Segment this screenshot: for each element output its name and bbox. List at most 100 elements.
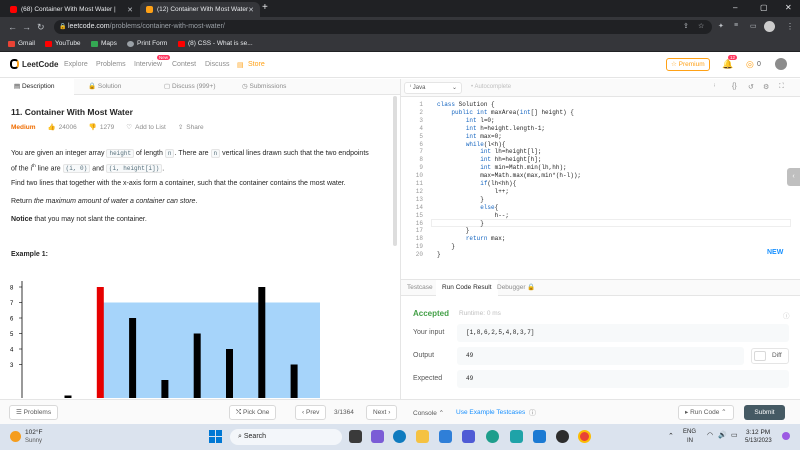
close-icon[interactable]: ✕: [248, 6, 254, 14]
forward-icon[interactable]: →: [22, 22, 31, 32]
bookmark-youtube[interactable]: YouTube: [45, 40, 81, 47]
reload-icon[interactable]: ↻: [37, 22, 45, 33]
settings-icon[interactable]: ⚙: [763, 83, 769, 91]
store-icon[interactable]: [439, 430, 452, 443]
volume-icon[interactable]: 🔊: [718, 431, 727, 439]
url-path: /problems/container-with-most-water/: [109, 23, 225, 30]
new-button[interactable]: NEW: [767, 249, 783, 256]
close-icon[interactable]: ✕: [127, 6, 133, 14]
feedback-tab[interactable]: ‹: [787, 168, 800, 186]
app-icon[interactable]: [462, 430, 475, 443]
pick-one-button[interactable]: ⤭ Pick One: [229, 405, 277, 420]
maximize-icon[interactable]: ▢: [760, 3, 768, 12]
nav-explore[interactable]: Explore: [64, 61, 88, 68]
console-toggle[interactable]: Console ⌃: [413, 409, 444, 417]
star-icon[interactable]: ☆: [698, 22, 704, 30]
chrome-icon[interactable]: [578, 430, 591, 443]
code-line: int max=0;: [465, 132, 502, 140]
windows-start-icon[interactable]: [209, 430, 222, 443]
add-to-list-button[interactable]: Add to List: [135, 124, 166, 131]
app-icon[interactable]: [486, 430, 499, 443]
url-bar[interactable]: 🔒 leetcode.com/problems/container-with-m…: [54, 20, 712, 34]
info-icon[interactable]: ⁱ: [714, 83, 715, 91]
code-editor[interactable]: 1 class Solution {2 public int maxArea(in…: [401, 97, 800, 278]
taskbar-search[interactable]: ⌕ Search: [230, 429, 342, 445]
back-icon[interactable]: ←: [8, 22, 17, 32]
url-host: leetcode.com: [68, 23, 110, 30]
result-tabs: Testcase Run Code Result Debugger 🔒: [401, 279, 800, 296]
help-icon[interactable]: ⓘ: [783, 310, 790, 320]
user-avatar[interactable]: [775, 58, 787, 70]
task-view-icon[interactable]: [349, 430, 362, 443]
diff-toggle[interactable]: Diff: [751, 348, 789, 364]
prev-button[interactable]: ‹ Prev: [295, 405, 327, 420]
nav-interview[interactable]: Interview: [134, 61, 162, 68]
toggle-switch[interactable]: [754, 351, 766, 361]
page-indicator: 3/1364: [334, 409, 354, 416]
help-icon[interactable]: ⓘ: [529, 408, 536, 418]
media-icon[interactable]: ≡: [734, 22, 738, 29]
use-example-link[interactable]: Use Example Testcases: [456, 409, 525, 416]
thumbs-up-icon[interactable]: 👍: [48, 123, 56, 131]
bookmark-gmail[interactable]: Gmail: [8, 40, 35, 47]
lang-indicator-1[interactable]: ENG: [683, 429, 696, 435]
browser-tab-youtube[interactable]: (68) Container With Most Water | ✕: [4, 2, 139, 17]
tab-solution[interactable]: 🔒 Solution: [74, 79, 146, 95]
vscode-icon[interactable]: [533, 430, 546, 443]
height-bar: [258, 287, 266, 398]
language-select[interactable]: ⁱ Java ⌄: [404, 82, 462, 94]
problems-button[interactable]: ☰ Problems: [9, 405, 59, 420]
file-explorer-icon[interactable]: [416, 430, 429, 443]
tab-testcase[interactable]: Testcase: [401, 280, 439, 296]
description-notice: Notice that you may not slant the contai…: [11, 216, 147, 223]
leetcode-logo[interactable]: LeetCode: [10, 59, 58, 69]
minimize-icon[interactable]: –: [733, 3, 737, 12]
nav-store[interactable]: Store: [248, 61, 265, 68]
thumbs-down-icon[interactable]: 👎: [89, 123, 97, 131]
bookmark-maps[interactable]: Maps: [91, 40, 117, 47]
bookmark-print-form[interactable]: Print Form: [127, 40, 167, 47]
weather-temp[interactable]: 102°F: [25, 429, 42, 436]
autocomplete-toggle[interactable]: • Autocomplete: [471, 84, 511, 90]
bell-icon[interactable]: 🔔: [722, 59, 733, 70]
menu-icon[interactable]: ⋮: [786, 22, 794, 31]
run-code-button[interactable]: ▸ Run Code ⌃: [678, 405, 734, 420]
submit-button[interactable]: Submit: [744, 405, 785, 420]
profile-avatar[interactable]: [764, 21, 775, 32]
app-icon[interactable]: [510, 430, 523, 443]
notification-badge[interactable]: [782, 432, 790, 440]
share-icon[interactable]: ⇪: [683, 22, 689, 30]
premium-button[interactable]: ☆ Premium: [666, 58, 710, 71]
dislikes-count: 1279: [99, 123, 115, 131]
clock-time[interactable]: 3:12 PM: [746, 429, 770, 436]
code-braces-icon[interactable]: {}: [732, 83, 737, 90]
nav-discuss[interactable]: Discuss: [205, 61, 230, 68]
tab-discuss[interactable]: ▢ Discuss (999+): [150, 79, 230, 95]
chevron-up-icon: ⌃: [721, 409, 727, 416]
reset-icon[interactable]: ↺: [748, 83, 754, 91]
tab-description[interactable]: ▤ Description: [0, 79, 74, 95]
chevron-right-icon: ›: [388, 409, 391, 416]
chevron-up-icon[interactable]: ⌃: [668, 432, 674, 440]
bookmark-css[interactable]: (8) CSS - What is se...: [178, 40, 253, 47]
sidepanel-icon[interactable]: ▭: [750, 22, 757, 30]
tab-submissions[interactable]: ◷ Submissions: [228, 79, 308, 95]
share-button[interactable]: Share: [186, 124, 203, 131]
address-toolbar: ← → ↻ 🔒 leetcode.com/problems/container-…: [0, 17, 800, 37]
window-close-icon[interactable]: ✕: [785, 3, 792, 12]
scrollbar[interactable]: [393, 96, 397, 246]
battery-icon[interactable]: ▭: [731, 431, 738, 439]
fullscreen-icon[interactable]: ⛶: [779, 83, 784, 91]
extensions-icon[interactable]: ✦: [718, 22, 724, 30]
app-icon[interactable]: [556, 430, 569, 443]
teams-icon[interactable]: [371, 430, 384, 443]
wifi-icon[interactable]: ◠: [707, 431, 713, 439]
nav-contest[interactable]: Contest: [172, 61, 196, 68]
edge-icon[interactable]: [393, 430, 406, 443]
tab-run-code-result[interactable]: Run Code Result: [436, 280, 498, 296]
nav-problems[interactable]: Problems: [96, 61, 126, 68]
tab-debugger[interactable]: Debugger 🔒: [491, 280, 541, 296]
browser-tab-leetcode[interactable]: (12) Container With Most Water - ✕: [140, 2, 260, 17]
new-tab-button[interactable]: +: [262, 2, 268, 13]
next-button[interactable]: Next ›: [366, 405, 398, 420]
